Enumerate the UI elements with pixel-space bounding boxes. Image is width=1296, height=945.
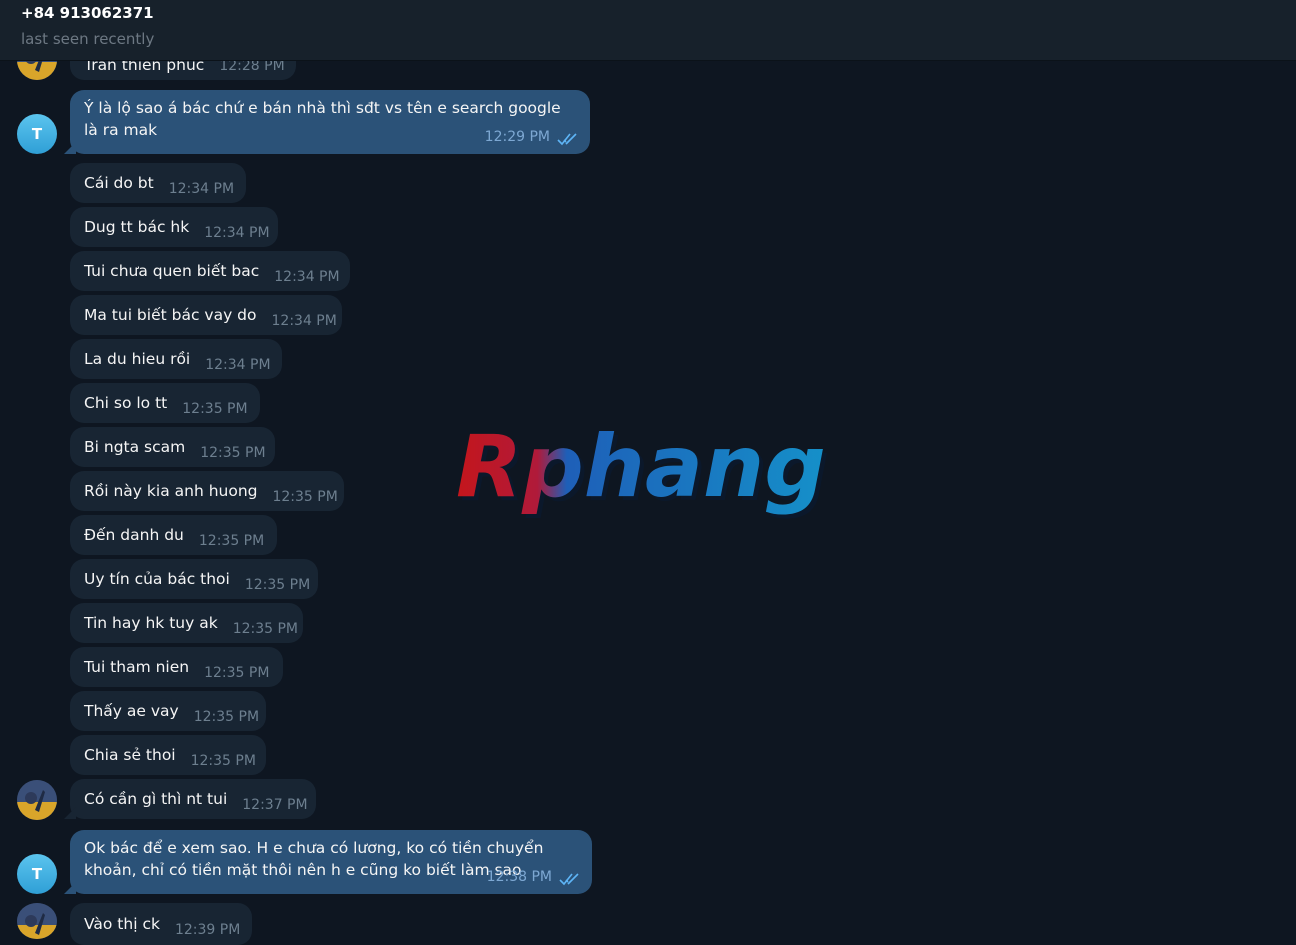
message-text: Tin hay hk tuy ak xyxy=(84,614,218,632)
message-text: Cái do bt xyxy=(84,174,154,192)
message-text: Bi ngta scam xyxy=(84,438,186,456)
message-text: Đến danh du xyxy=(84,526,184,544)
message-text: Có cần gì thì nt tui xyxy=(84,790,228,808)
avatar-letter: T xyxy=(31,865,43,883)
contact-name[interactable]: +84 913062371 xyxy=(21,4,154,22)
message-incoming[interactable]: Chia sẻ thoi 12:35 PM xyxy=(70,735,266,775)
message-text: Chia sẻ thoi xyxy=(84,746,176,764)
message-time: 12:35 PM xyxy=(182,401,248,417)
message-time: 12:38 PM xyxy=(486,869,552,885)
bubble-tail xyxy=(64,882,76,894)
message-text: Ok bác để e xem sao. H e chưa có lương, … xyxy=(84,839,544,879)
contact-status: last seen recently xyxy=(21,30,155,48)
message-incoming[interactable]: Chi so lo tt 12:35 PM xyxy=(70,383,260,423)
message-time: 12:35 PM xyxy=(244,577,311,593)
message-text: Thấy ae vay xyxy=(84,702,179,720)
message-time: 12:34 PM xyxy=(274,269,340,285)
message-text: Tui chưa quen biết bac xyxy=(84,262,260,280)
read-checkmarks-icon xyxy=(559,873,579,886)
watermark-text: Rphang xyxy=(456,418,826,517)
bubble-tail xyxy=(64,807,76,819)
message-incoming[interactable]: Vào thị ck 12:39 PM xyxy=(70,903,252,945)
read-checkmarks-icon xyxy=(557,133,577,146)
message-incoming[interactable]: Rồi này kia anh huong 12:35 PM xyxy=(70,471,344,511)
message-time: 12:35 PM xyxy=(190,753,256,769)
message-outgoing[interactable]: Ok bác để e xem sao. H e chưa có lương, … xyxy=(64,830,592,894)
message-time: 12:35 PM xyxy=(232,621,299,637)
message-time: 12:29 PM xyxy=(484,129,550,145)
contact-avatar[interactable] xyxy=(17,780,57,820)
message-text: Rồi này kia anh huong xyxy=(84,482,258,500)
message-text: Ma tui biết bác vay do xyxy=(84,306,257,324)
user-avatar[interactable]: T xyxy=(17,854,57,894)
message-incoming[interactable]: Cái do bt 12:34 PM xyxy=(70,163,246,203)
message-time: 12:34 PM xyxy=(205,357,271,373)
message-incoming[interactable]: La du hieu rồi 12:34 PM xyxy=(70,339,282,379)
message-outgoing[interactable]: Ý là lộ sao á bác chứ e bán nhà thì sđt … xyxy=(64,90,590,154)
message-text: Dug tt bác hk xyxy=(84,218,190,236)
message-time: 12:35 PM xyxy=(272,489,338,505)
message-text: Tui tham nien xyxy=(84,658,190,676)
message-text: Chi so lo tt xyxy=(84,394,168,412)
message-time: 12:34 PM xyxy=(204,225,270,241)
message-incoming[interactable]: Tui chưa quen biết bac 12:34 PM xyxy=(70,251,350,291)
message-text: Vào thị ck xyxy=(84,915,160,933)
user-avatar[interactable]: T xyxy=(17,114,57,154)
message-incoming[interactable]: Bi ngta scam 12:35 PM xyxy=(70,427,275,467)
message-incoming[interactable]: Tui tham nien 12:35 PM xyxy=(70,647,283,687)
message-time: 12:35 PM xyxy=(200,445,266,461)
message-time: 12:39 PM xyxy=(174,922,241,938)
message-incoming[interactable]: Tin hay hk tuy ak 12:35 PM xyxy=(70,603,303,643)
contact-avatar[interactable] xyxy=(17,903,57,939)
message-time: 12:37 PM xyxy=(242,797,308,813)
message-text: Uy tín của bác thoi xyxy=(84,570,230,588)
avatar-letter: T xyxy=(31,125,43,143)
message-incoming[interactable]: Có cần gì thì nt tui 12:37 PM xyxy=(64,779,316,819)
message-incoming[interactable]: Đến danh du 12:35 PM xyxy=(70,515,277,555)
message-time: 12:35 PM xyxy=(204,665,270,681)
chat-header[interactable]: +84 913062371 last seen recently xyxy=(0,0,1296,61)
message-text: La du hieu rồi xyxy=(84,350,191,368)
bubble-tail xyxy=(64,142,76,154)
message-time: 12:35 PM xyxy=(193,709,260,725)
message-incoming[interactable]: Ma tui biết bác vay do 12:34 PM xyxy=(70,295,342,335)
message-incoming[interactable]: Uy tín của bác thoi 12:35 PM xyxy=(70,559,318,599)
message-time: 12:35 PM xyxy=(198,533,265,549)
message-incoming[interactable]: Thấy ae vay 12:35 PM xyxy=(70,691,266,731)
message-time: 12:34 PM xyxy=(271,313,337,329)
message-incoming[interactable]: Dug tt bác hk 12:34 PM xyxy=(70,207,278,247)
watermark-logo: Rphang Rphang xyxy=(456,418,830,521)
message-time: 12:34 PM xyxy=(168,181,235,197)
